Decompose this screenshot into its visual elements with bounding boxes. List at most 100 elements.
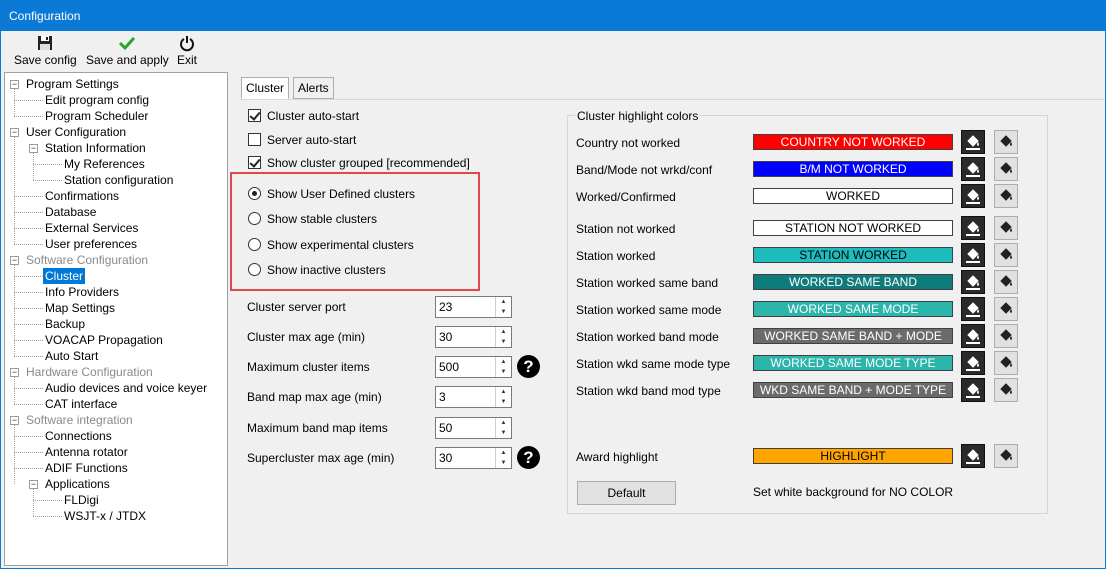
background-paint-bucket-icon[interactable]	[961, 270, 985, 294]
tree-collapse-icon[interactable]: −	[29, 144, 38, 153]
background-paint-bucket-icon[interactable]	[961, 351, 985, 375]
radio-user-defined-clusters[interactable]: Show User Defined clusters	[248, 186, 415, 204]
radio-dot[interactable]	[248, 187, 261, 200]
spinner-value[interactable]: 30	[439, 451, 452, 465]
spin-down-icon[interactable]: ▼	[496, 428, 511, 438]
tree-item[interactable]: Edit program config	[5, 92, 225, 108]
tab-alerts[interactable]: Alerts	[293, 77, 334, 99]
default-button[interactable]: Default	[577, 481, 676, 505]
tree-item[interactable]: Backup	[5, 316, 225, 332]
tree-item[interactable]: My References	[5, 156, 225, 172]
tree-item[interactable]: − Program Settings	[5, 76, 225, 92]
spin-down-icon[interactable]: ▼	[496, 458, 511, 468]
checkbox-box[interactable]	[248, 156, 261, 169]
background-paint-bucket-icon[interactable]	[961, 378, 985, 402]
spinner-value[interactable]: 23	[439, 300, 452, 314]
tree-item[interactable]: VOACAP Propagation	[5, 332, 225, 348]
exit-button[interactable]: Exit	[177, 34, 197, 67]
server-auto-start-checkbox[interactable]: Server auto-start	[248, 132, 356, 150]
tree-item[interactable]: Station configuration	[5, 172, 225, 188]
tree-item[interactable]: − Software integration	[5, 412, 225, 428]
spin-down-icon[interactable]: ▼	[496, 337, 511, 347]
tree-item[interactable]: Map Settings	[5, 300, 225, 316]
tree-item[interactable]: Program Scheduler	[5, 108, 225, 124]
spin-up-icon[interactable]: ▲	[496, 387, 511, 397]
help-question-icon[interactable]: ?	[517, 355, 540, 378]
text-color-paint-bucket-icon[interactable]	[994, 157, 1018, 181]
tree-item[interactable]: − Software Configuration	[5, 252, 225, 268]
tree-item[interactable]: Audio devices and voice keyer	[5, 380, 225, 396]
tree-item[interactable]: Connections	[5, 428, 225, 444]
radio-dot[interactable]	[248, 212, 261, 225]
tree-item[interactable]: − Hardware Configuration	[5, 364, 225, 380]
text-color-paint-bucket-icon[interactable]	[994, 324, 1018, 348]
text-color-paint-bucket-icon[interactable]	[994, 243, 1018, 267]
text-color-paint-bucket-icon[interactable]	[994, 378, 1018, 402]
tree-item[interactable]: User preferences	[5, 236, 225, 252]
background-paint-bucket-icon[interactable]	[961, 157, 985, 181]
settings-tree[interactable]: − Program Settings Edit program config Prog…	[4, 72, 228, 566]
text-color-paint-bucket-icon[interactable]	[994, 444, 1018, 468]
tree-item[interactable]: CAT interface	[5, 396, 225, 412]
background-paint-bucket-icon[interactable]	[961, 184, 985, 208]
checkbox-box[interactable]	[248, 133, 261, 146]
radio-dot[interactable]	[248, 238, 261, 251]
spin-down-icon[interactable]: ▼	[496, 397, 511, 407]
background-paint-bucket-icon[interactable]	[961, 243, 985, 267]
maximum-cluster-items-spinner[interactable]: 500 ▲ ▼	[435, 356, 512, 378]
spinner-value[interactable]: 30	[439, 330, 452, 344]
cluster-auto-start-checkbox[interactable]: Cluster auto-start	[248, 108, 359, 126]
tree-collapse-icon[interactable]: −	[10, 80, 19, 89]
checkbox-box[interactable]	[248, 109, 261, 122]
show-cluster-grouped-checkbox[interactable]: Show cluster grouped [recommended]	[248, 155, 470, 173]
tree-item[interactable]: External Services	[5, 220, 225, 236]
background-paint-bucket-icon[interactable]	[961, 444, 985, 468]
cluster-max-age-spinner[interactable]: 30 ▲ ▼	[435, 326, 512, 348]
tree-item[interactable]: FLDigi	[5, 492, 225, 508]
background-paint-bucket-icon[interactable]	[961, 216, 985, 240]
band-map-max-age-spinner[interactable]: 3 ▲ ▼	[435, 386, 512, 408]
tree-collapse-icon[interactable]: −	[10, 128, 19, 137]
background-paint-bucket-icon[interactable]	[961, 297, 985, 321]
tree-item[interactable]: ADIF Functions	[5, 460, 225, 476]
tree-item[interactable]: Info Providers	[5, 284, 225, 300]
text-color-paint-bucket-icon[interactable]	[994, 297, 1018, 321]
tree-item[interactable]: WSJT-x / JTDX	[5, 508, 225, 524]
radio-stable-clusters[interactable]: Show stable clusters	[248, 211, 377, 229]
help-question-icon[interactable]: ?	[517, 446, 540, 469]
tree-item[interactable]: Auto Start	[5, 348, 225, 364]
tree-item[interactable]: Database	[5, 204, 225, 220]
spin-down-icon[interactable]: ▼	[496, 307, 511, 317]
tree-item[interactable]: − User Configuration	[5, 124, 225, 140]
spin-up-icon[interactable]: ▲	[496, 448, 511, 458]
tree-collapse-icon[interactable]: −	[29, 480, 38, 489]
text-color-paint-bucket-icon[interactable]	[994, 270, 1018, 294]
tree-item[interactable]: − Applications	[5, 476, 225, 492]
spinner-value[interactable]: 3	[439, 390, 446, 404]
save-config-button[interactable]: Save config	[14, 34, 77, 67]
spin-up-icon[interactable]: ▲	[496, 357, 511, 367]
text-color-paint-bucket-icon[interactable]	[994, 351, 1018, 375]
tree-item[interactable]: Antenna rotator	[5, 444, 225, 460]
spin-up-icon[interactable]: ▲	[496, 418, 511, 428]
text-color-paint-bucket-icon[interactable]	[994, 130, 1018, 154]
background-paint-bucket-icon[interactable]	[961, 130, 985, 154]
tree-item[interactable]: − Station Information	[5, 140, 225, 156]
background-paint-bucket-icon[interactable]	[961, 324, 985, 348]
radio-experimental-clusters[interactable]: Show experimental clusters	[248, 237, 414, 255]
tree-item[interactable]: Cluster	[5, 268, 225, 284]
spin-up-icon[interactable]: ▲	[496, 297, 511, 307]
tree-collapse-icon[interactable]: −	[10, 416, 19, 425]
text-color-paint-bucket-icon[interactable]	[994, 184, 1018, 208]
cluster-server-port-spinner[interactable]: 23 ▲ ▼	[435, 296, 512, 318]
spinner-value[interactable]: 500	[439, 360, 459, 374]
tree-collapse-icon[interactable]: −	[10, 256, 19, 265]
spin-up-icon[interactable]: ▲	[496, 327, 511, 337]
spinner-value[interactable]: 50	[439, 421, 452, 435]
text-color-paint-bucket-icon[interactable]	[994, 216, 1018, 240]
tab-cluster[interactable]: Cluster	[241, 77, 290, 99]
radio-inactive-clusters[interactable]: Show inactive clusters	[248, 262, 386, 280]
save-and-apply-button[interactable]: Save and apply	[86, 34, 169, 67]
maximum-band-map-items-spinner[interactable]: 50 ▲ ▼	[435, 417, 512, 439]
supercluster-max-age-spinner[interactable]: 30 ▲ ▼	[435, 447, 512, 469]
